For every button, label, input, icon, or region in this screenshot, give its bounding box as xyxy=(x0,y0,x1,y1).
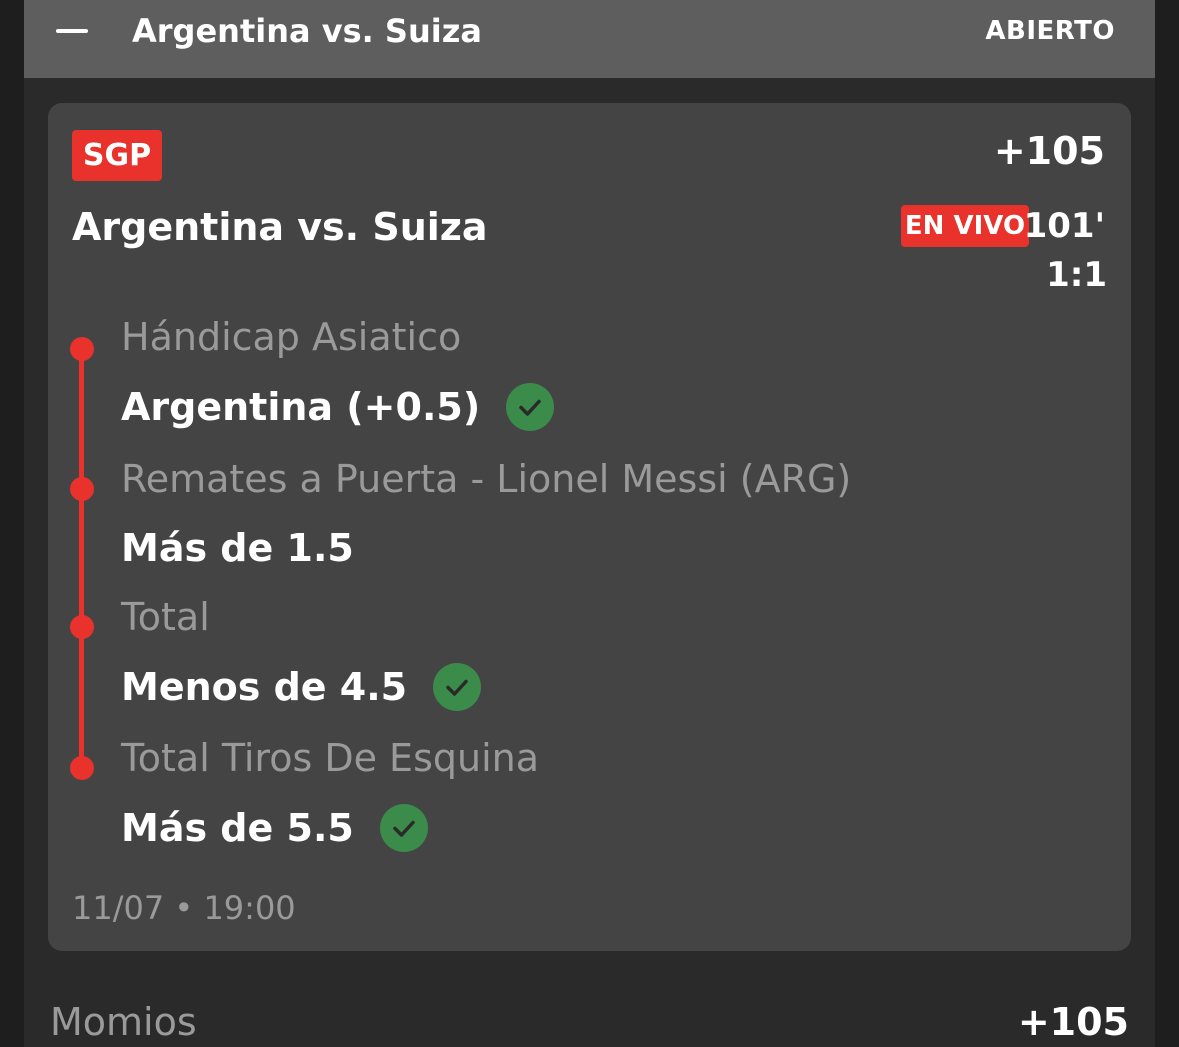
total-odds: +105 xyxy=(1017,1000,1129,1044)
timeline-dot xyxy=(70,756,94,780)
check-circle-icon xyxy=(433,663,482,711)
bet-header[interactable]: Argentina vs. Suiza ABIERTO xyxy=(24,0,1155,78)
live-badge: EN VIVO xyxy=(901,205,1029,247)
bet-slip-frame: Argentina vs. Suiza ABIERTO SGP +105 Arg… xyxy=(24,0,1155,1047)
timeline-dot xyxy=(70,615,94,639)
timeline-line xyxy=(79,489,84,627)
leg-pick: Menos de 4.5 xyxy=(121,663,482,711)
timeline-line xyxy=(79,349,84,489)
leg-pick-label: Más de 5.5 xyxy=(121,806,354,850)
leg-market: Total Tiros De Esquina xyxy=(121,736,539,780)
match-minute: 101' xyxy=(1023,206,1105,246)
sgp-badge: SGP xyxy=(72,130,162,181)
leg-pick-label: Menos de 4.5 xyxy=(121,665,408,709)
event-datetime: 11/07 • 19:00 xyxy=(72,889,296,927)
leg-pick: Argentina (+0.5) xyxy=(121,383,555,431)
leg-market: Total xyxy=(121,595,210,639)
check-circle-icon xyxy=(506,383,555,431)
match-score: 1:1 xyxy=(1046,255,1107,295)
header-title: Argentina vs. Suiza xyxy=(132,12,482,50)
match-title: Argentina vs. Suiza xyxy=(72,205,488,249)
leg-pick-label: Argentina (+0.5) xyxy=(121,385,481,429)
bet-odds: +105 xyxy=(993,129,1105,173)
check-circle-icon xyxy=(379,804,428,852)
minus-icon[interactable] xyxy=(56,29,88,33)
timeline-dot xyxy=(70,477,94,501)
bet-card[interactable]: SGP +105 Argentina vs. Suiza EN VIVO 101… xyxy=(48,103,1131,951)
timeline-line xyxy=(79,627,84,768)
leg-pick: Más de 5.5 xyxy=(121,804,428,852)
timeline-dot xyxy=(70,337,94,361)
odds-label: Momios xyxy=(50,1000,197,1044)
leg-market: Remates a Puerta - Lionel Messi (ARG) xyxy=(121,457,852,501)
leg-market: Hándicap Asiatico xyxy=(121,315,462,359)
leg-pick: Más de 1.5 xyxy=(121,524,354,572)
leg-pick-label: Más de 1.5 xyxy=(121,526,354,570)
status-label: ABIERTO xyxy=(985,16,1115,46)
